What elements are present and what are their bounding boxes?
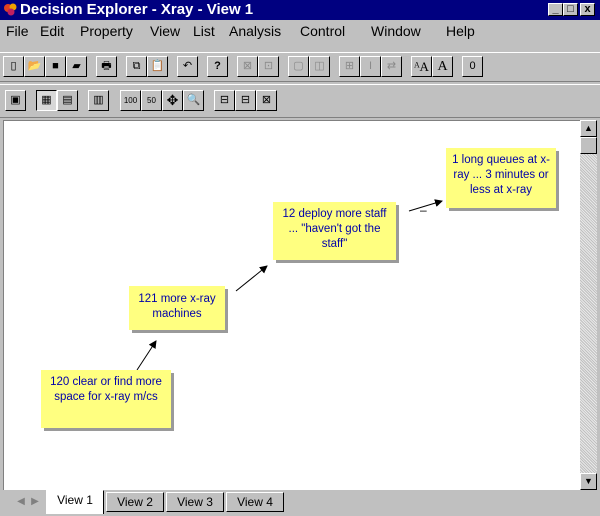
menu-edit[interactable]: Edit xyxy=(40,22,64,40)
scroll-up-button[interactable]: ▲ xyxy=(580,120,597,137)
map-view-button[interactable]: ▣ xyxy=(5,90,26,111)
print-button[interactable]: 🖶 xyxy=(96,56,117,77)
link-120-to-121[interactable] xyxy=(136,340,157,371)
text-cursor-button[interactable]: I xyxy=(360,56,381,77)
concept-12[interactable]: 12 deploy more staff ... "haven't got th… xyxy=(273,202,396,260)
link-style-button[interactable]: ⇄ xyxy=(381,56,402,77)
new-file-button[interactable]: ▯ xyxy=(3,56,24,77)
window-title: Decision Explorer - Xray - View 1 xyxy=(20,1,254,18)
tab-view-4[interactable]: View 4 xyxy=(226,492,284,512)
close-button[interactable]: x xyxy=(580,3,595,16)
style-button[interactable]: ▥ xyxy=(88,90,109,111)
list-view-button[interactable]: ▤ xyxy=(57,90,78,111)
scroll-down-button[interactable]: ▼ xyxy=(580,473,597,490)
menu-bar: File Edit Property View List Analysis Co… xyxy=(0,21,600,41)
menu-control[interactable]: Control xyxy=(300,22,345,40)
layout-right-button[interactable]: ⊟ xyxy=(235,90,256,111)
scroll-thumb[interactable] xyxy=(580,137,597,154)
font-large-button[interactable]: ᴬA xyxy=(411,56,432,77)
menu-list[interactable]: List xyxy=(193,22,215,40)
zoom-button[interactable]: 🔍 xyxy=(183,90,204,111)
concept-1[interactable]: 1 long queues at x-ray ... 3 minutes or … xyxy=(446,148,556,208)
maximize-button[interactable]: □ xyxy=(563,3,578,16)
vertical-scrollbar[interactable]: ▲ ▼ xyxy=(580,120,597,490)
tab-view-3[interactable]: View 3 xyxy=(166,492,224,512)
zero-button[interactable]: 0 xyxy=(462,56,483,77)
paste-button[interactable]: 📋 xyxy=(147,56,168,77)
menu-view[interactable]: View xyxy=(150,22,180,40)
menu-analysis[interactable]: Analysis xyxy=(229,22,281,40)
layout-expand-button[interactable]: ⊠ xyxy=(256,90,277,111)
tab-scroll-left-icon[interactable]: ◀ xyxy=(16,495,26,509)
zoom-50-button[interactable]: 50 xyxy=(141,90,162,111)
layout-left-button[interactable]: ⊟ xyxy=(214,90,235,111)
main-toolbar: ▯ 📂 ■ ▰ 🖶 ⧉ 📋 ↶ ? ⊠ ⊡ ▢ ◫ ⊞ I ⇄ ᴬA A 0 xyxy=(0,52,600,82)
negative-link-sign: – xyxy=(420,203,427,217)
open-file-button[interactable]: 📂 xyxy=(24,56,45,77)
ungroup-button[interactable]: ◫ xyxy=(309,56,330,77)
align-button[interactable]: ⊠ xyxy=(237,56,258,77)
undo-button[interactable]: ↶ xyxy=(177,56,198,77)
tab-view-2[interactable]: View 2 xyxy=(106,492,164,512)
concept-view-button[interactable]: ▦ xyxy=(36,90,57,111)
zoom-100-button[interactable]: 100 xyxy=(120,90,141,111)
tab-view-1[interactable]: View 1 xyxy=(46,490,104,514)
view-tab-bar: ◀ ▶ View 1 View 2 View 3 View 4 xyxy=(0,490,600,516)
title-bar[interactable]: Decision Explorer - Xray - View 1 _ □ x xyxy=(0,0,600,20)
concept-120[interactable]: 120 clear or find more space for x-ray m… xyxy=(41,370,171,428)
distribute-button[interactable]: ⊡ xyxy=(258,56,279,77)
copy-button[interactable]: ⧉ xyxy=(126,56,147,77)
menu-window[interactable]: Window xyxy=(371,22,421,40)
link-121-to-12[interactable] xyxy=(235,265,268,292)
save-button[interactable]: ■ xyxy=(45,56,66,77)
menu-property[interactable]: Property xyxy=(80,22,133,40)
concept-121[interactable]: 121 more x-ray machines xyxy=(129,286,225,330)
minimize-button[interactable]: _ xyxy=(548,3,563,16)
pan-button[interactable]: ✥ xyxy=(162,90,183,111)
table-button[interactable]: ⊞ xyxy=(339,56,360,77)
group-button[interactable]: ▢ xyxy=(288,56,309,77)
menu-file[interactable]: File xyxy=(6,22,29,40)
app-logo-icon xyxy=(4,3,17,16)
font-button[interactable]: A xyxy=(432,56,453,77)
tab-scroll-right-icon[interactable]: ▶ xyxy=(30,495,40,509)
view-toolbar: ▣ ▦ ▤ ▥ 100 50 ✥ 🔍 ⊟ ⊟ ⊠ xyxy=(0,84,600,118)
map-canvas[interactable]: – 1 long queues at x-ray ... 3 minutes o… xyxy=(3,120,580,490)
menu-help[interactable]: Help xyxy=(446,22,475,40)
help-button[interactable]: ? xyxy=(207,56,228,77)
save-as-button[interactable]: ▰ xyxy=(66,56,87,77)
